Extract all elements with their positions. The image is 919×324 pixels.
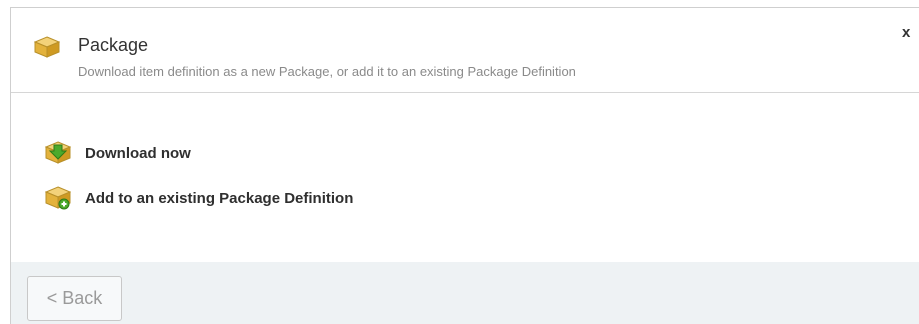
dialog-footer: < Back bbox=[11, 262, 919, 324]
download-now-option[interactable]: Download now bbox=[44, 140, 191, 166]
close-button[interactable]: x bbox=[902, 24, 910, 42]
back-button[interactable]: < Back bbox=[27, 276, 122, 321]
add-to-existing-label: Add to an existing Package Definition bbox=[85, 189, 354, 207]
download-now-label: Download now bbox=[85, 144, 191, 162]
add-to-existing-option[interactable]: Add to an existing Package Definition bbox=[44, 185, 354, 211]
package-box-icon bbox=[33, 36, 61, 58]
dialog-title: Package bbox=[78, 35, 149, 55]
dialog-header: Package Download item definition as a ne… bbox=[11, 8, 919, 93]
package-dialog: Package Download item definition as a ne… bbox=[10, 7, 919, 324]
add-package-icon bbox=[44, 186, 72, 210]
download-package-icon bbox=[44, 141, 72, 165]
dialog-subtitle: Download item definition as a new Packag… bbox=[78, 64, 576, 79]
